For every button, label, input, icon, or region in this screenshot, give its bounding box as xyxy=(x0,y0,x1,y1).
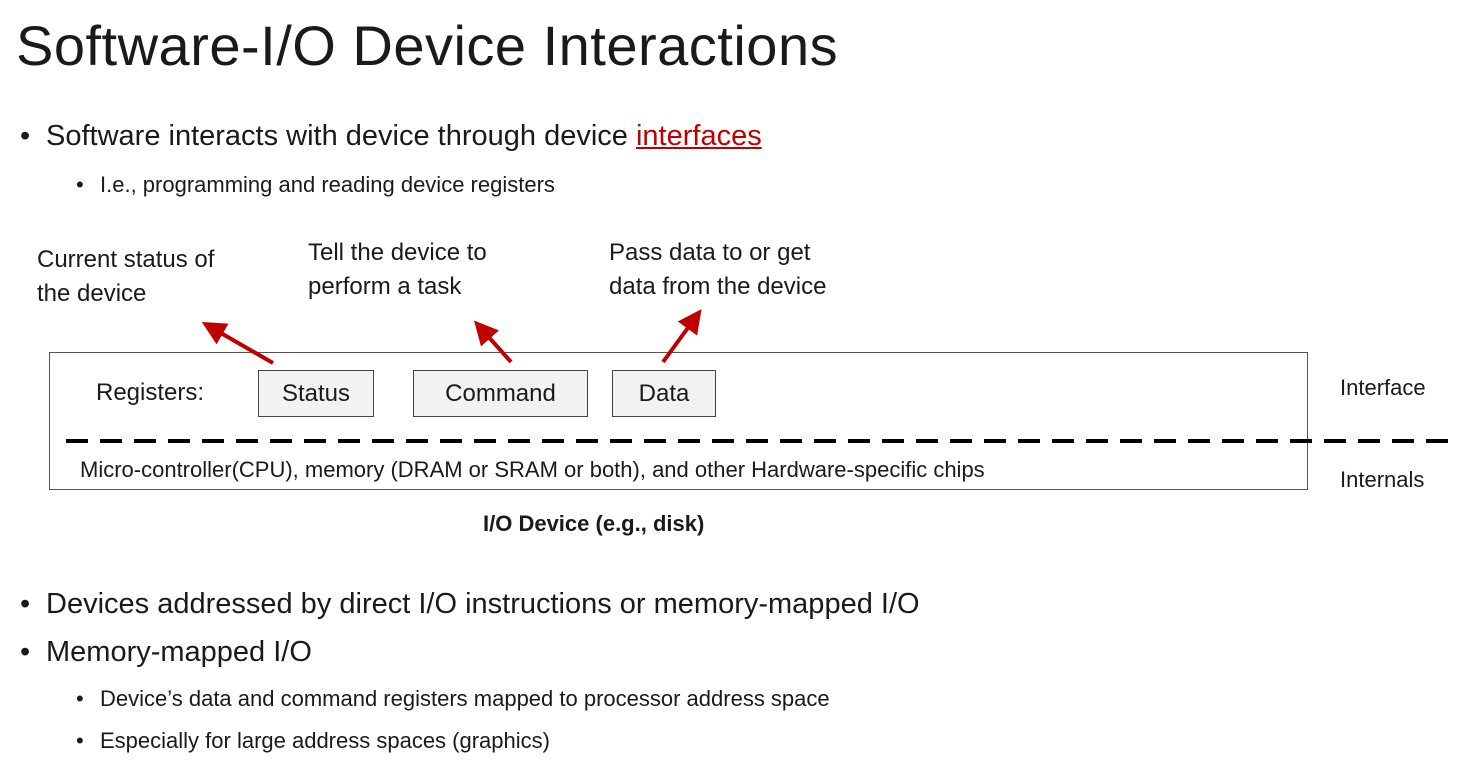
status-arrow xyxy=(201,322,274,365)
sub-bullet-large-address-spaces: • Especially for large address spaces (gr… xyxy=(76,726,550,756)
sub-bullet-text: Especially for large address spaces (gra… xyxy=(100,728,550,753)
bullet-text: Devices addressed by direct I/O instruct… xyxy=(46,588,920,620)
sub-bullet-mapped-registers: • Device’s data and command registers map… xyxy=(76,684,830,714)
command-arrow xyxy=(474,320,513,364)
bullet-dot: • xyxy=(20,588,31,620)
sub-bullet-text: Device’s data and command registers mapp… xyxy=(100,686,830,711)
data-arrow xyxy=(661,309,702,364)
sub-bullet-dot: • xyxy=(76,728,84,753)
bullet-devices-addressed: • Devices addressed by direct I/O instruc… xyxy=(20,586,920,622)
bullet-memory-mapped: • Memory-mapped I/O xyxy=(20,634,312,670)
sub-bullet-dot: • xyxy=(76,686,84,711)
bullet-dot: • xyxy=(20,636,31,668)
bullet-text: Memory-mapped I/O xyxy=(46,636,312,668)
